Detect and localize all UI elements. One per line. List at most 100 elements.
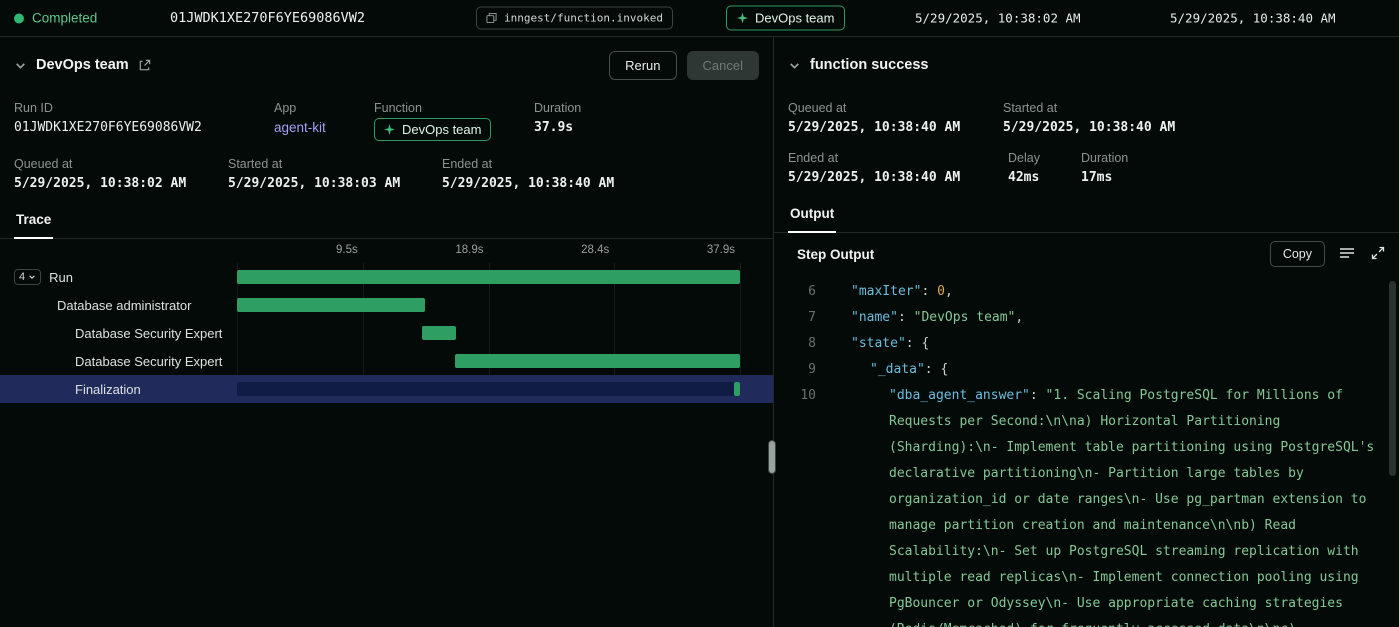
panel-resize-handle[interactable]	[768, 440, 776, 474]
axis-tick-label: 37.9s	[707, 244, 735, 256]
output-header: Step Output Copy	[774, 233, 1399, 275]
field-function: Function DevOps team	[374, 101, 534, 141]
field-run-id: Run ID 01JWDK1XE270F6YE69086VW2	[14, 101, 274, 141]
event-badge[interactable]: inngest/function.invoked	[476, 7, 673, 30]
trace-row-label-area: Finalization	[0, 382, 237, 397]
trace-rows: 4Run Database administrator Database Secur…	[0, 263, 773, 403]
axis-tick-label: 18.9s	[455, 244, 483, 256]
trace-bar-area	[237, 263, 740, 291]
lines-icon	[1339, 246, 1355, 263]
field-ended-at: Ended at 5/29/2025, 10:38:40 AM	[442, 157, 614, 191]
trace-bar-area	[237, 347, 740, 375]
field-started-at: Started at 5/29/2025, 10:38:03 AM	[228, 157, 442, 191]
output-title: Step Output	[797, 247, 874, 262]
function-pill[interactable]: DevOps team	[374, 118, 491, 141]
trace-bar-area	[237, 375, 740, 403]
field-queued-at: Queued at 5/29/2025, 10:38:40 AM	[788, 101, 1003, 135]
step-panel: function success Queued at 5/29/2025, 10…	[774, 37, 1399, 627]
expand-button[interactable]	[1369, 244, 1387, 265]
field-label: Run ID	[14, 101, 274, 115]
field-label: Started at	[228, 157, 442, 171]
code-viewer: 6"maxIter": 0,7"name": "DevOps team",8"s…	[774, 275, 1399, 627]
line-wrap-button[interactable]	[1337, 244, 1357, 265]
status-dot-icon	[14, 13, 24, 23]
topbar: Completed 01JWDK1XE270F6YE69086VW2 innge…	[0, 0, 1399, 37]
chevron-down-icon[interactable]	[788, 59, 801, 72]
field-label: Duration	[534, 101, 581, 115]
sparkles-icon	[384, 124, 395, 135]
field-value: 42ms	[1008, 170, 1081, 185]
field-label: Ended at	[788, 151, 1008, 165]
event-icon	[486, 13, 497, 24]
trace-span-bar[interactable]	[422, 326, 456, 340]
code-content: "dba_agent_answer": "1. Scaling PostgreS…	[832, 383, 1383, 627]
field-value: 5/29/2025, 10:38:40 AM	[788, 120, 1003, 135]
copy-button[interactable]: Copy	[1270, 241, 1325, 267]
trace-span-bar[interactable]	[237, 270, 740, 284]
axis-tick-label: 9.5s	[336, 244, 358, 256]
trace-axis: 9.5s18.9s28.4s37.9s	[237, 243, 740, 261]
run-tabbar: Trace	[0, 203, 773, 239]
field-label: Queued at	[14, 157, 228, 171]
trace-row[interactable]: Database Security Expert	[0, 347, 773, 375]
trace-row[interactable]: 4Run	[0, 263, 773, 291]
run-status: Completed	[14, 11, 97, 26]
code-content: "state": {	[832, 331, 1383, 357]
trace-row-label-area: Database administrator	[0, 298, 237, 313]
code-scrollbar[interactable]	[1389, 281, 1396, 476]
code-line: 7"name": "DevOps team",	[782, 305, 1383, 331]
tab-trace[interactable]: Trace	[14, 203, 53, 239]
code-line: 10"dba_agent_answer": "1. Scaling Postgr…	[782, 383, 1383, 627]
trace-row-label-area: Database Security Expert	[0, 326, 237, 341]
trace-row-label-area: 4Run	[0, 269, 237, 285]
field-value: 5/29/2025, 10:38:02 AM	[14, 176, 228, 191]
line-number: 6	[782, 279, 816, 305]
field-label: Started at	[1003, 101, 1175, 115]
field-label: Ended at	[442, 157, 614, 171]
code-line: 8"state": {	[782, 331, 1383, 357]
tab-output[interactable]: Output	[788, 197, 836, 233]
trace-row[interactable]: Database administrator	[0, 291, 773, 319]
topbar-run-id: 01JWDK1XE270F6YE69086VW2	[170, 10, 365, 26]
field-value: 5/29/2025, 10:38:40 AM	[442, 176, 614, 191]
status-label: Completed	[32, 11, 97, 26]
expand-icon	[1371, 246, 1385, 263]
trace-row-label: Database Security Expert	[75, 326, 222, 341]
field-value: 5/29/2025, 10:38:40 AM	[788, 170, 1008, 185]
function-pill-label: DevOps team	[402, 122, 481, 137]
field-app: App agent-kit	[274, 101, 374, 141]
sparkles-icon	[737, 13, 748, 24]
field-value: 37.9s	[534, 120, 581, 135]
cancel-button[interactable]: Cancel	[687, 51, 759, 80]
output-panel: Step Output Copy 6"maxIt	[774, 233, 1399, 627]
trace-row[interactable]: Database Security Expert	[0, 319, 773, 347]
step-meta-row-1: Queued at 5/29/2025, 10:38:40 AM Started…	[774, 101, 1399, 135]
function-badge[interactable]: DevOps team	[726, 6, 845, 31]
line-number: 10	[782, 383, 816, 627]
trace-row-label-area: Database Security Expert	[0, 354, 237, 369]
trace-span-bar[interactable]	[455, 354, 740, 368]
trace-row[interactable]: Finalization	[0, 375, 773, 403]
function-badge-label: DevOps team	[755, 11, 834, 26]
run-title: DevOps team	[36, 57, 129, 73]
field-value: 5/29/2025, 10:38:03 AM	[228, 176, 442, 191]
topbar-queued-time: 5/29/2025, 10:38:02 AM	[915, 11, 1081, 26]
trace-span-bar[interactable]	[734, 382, 740, 396]
step-tabbar: Output	[774, 197, 1399, 233]
trace-span-bar[interactable]	[237, 298, 425, 312]
trace-row-label: Database Security Expert	[75, 354, 222, 369]
field-label: App	[274, 101, 374, 115]
field-queued-at: Queued at 5/29/2025, 10:38:02 AM	[14, 157, 228, 191]
rerun-button[interactable]: Rerun	[609, 51, 676, 80]
span-count-toggle[interactable]: 4	[14, 269, 41, 285]
field-label: Delay	[1008, 151, 1081, 165]
external-link-icon[interactable]	[138, 59, 151, 72]
field-duration: Duration 17ms	[1081, 151, 1128, 185]
trace-bar-area	[237, 291, 740, 319]
chevron-down-icon[interactable]	[14, 59, 27, 72]
run-meta-row-2: Queued at 5/29/2025, 10:38:02 AM Started…	[0, 157, 773, 191]
field-label: Function	[374, 101, 534, 115]
app-link[interactable]: agent-kit	[274, 120, 374, 135]
code-content: "name": "DevOps team",	[832, 305, 1383, 331]
trace-bar-area	[237, 319, 740, 347]
